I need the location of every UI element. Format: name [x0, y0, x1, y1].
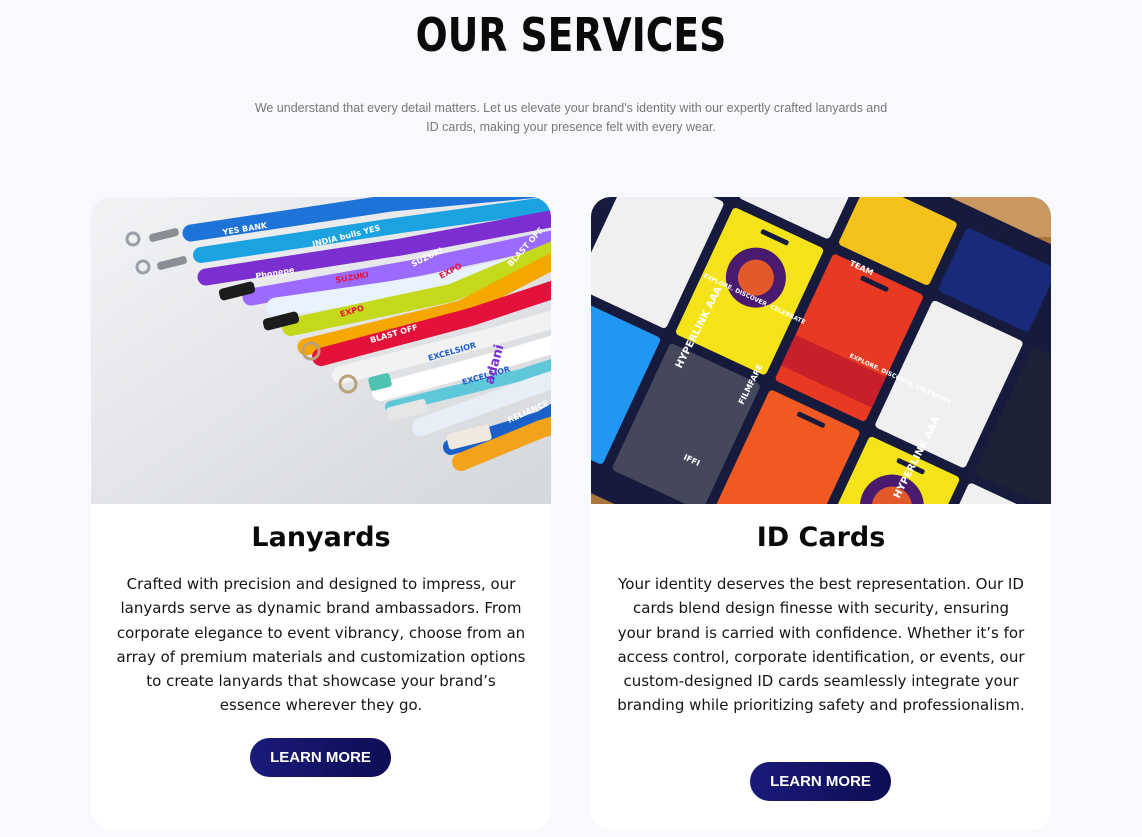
- service-card-lanyards: YES BANK INDIA bulls YES Phonepe SUZUKI …: [91, 197, 551, 830]
- card-title: ID Cards: [756, 522, 886, 553]
- card-description: Your identity deserves the best represen…: [617, 575, 1025, 715]
- service-card-id-cards: TEAM HYPERLINK AAA HYPERLINK AAA EXPLORE…: [591, 197, 1051, 830]
- section-subtitle: We understand that every detail matters.…: [254, 101, 888, 134]
- learn-more-lanyards-button[interactable]: LEARN MORE: [250, 738, 391, 777]
- card-title: Lanyards: [251, 522, 391, 553]
- lanyards-image: YES BANK INDIA bulls YES Phonepe SUZUKI …: [91, 197, 551, 504]
- card-description: Crafted with precision and designed to i…: [116, 575, 526, 715]
- page-title: OUR SERVICES: [415, 8, 727, 62]
- id-cards-image: TEAM HYPERLINK AAA HYPERLINK AAA EXPLORE…: [591, 197, 1051, 504]
- learn-more-id-cards-button[interactable]: LEARN MORE: [750, 762, 891, 801]
